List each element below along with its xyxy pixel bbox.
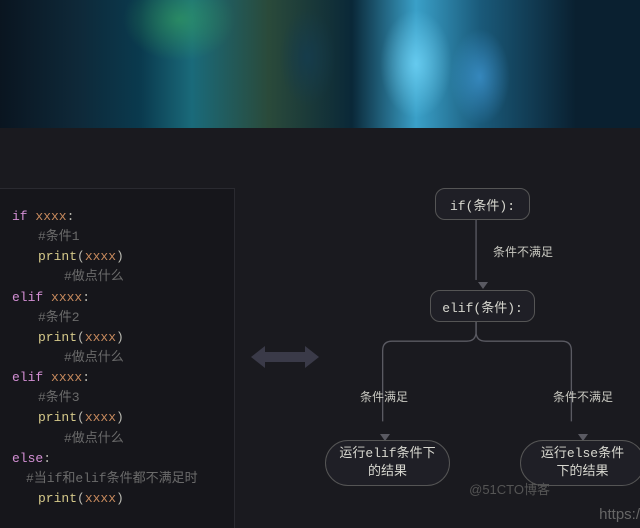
code-line-else: else:: [12, 449, 234, 469]
code-line-elif: elif xxxx:: [12, 368, 234, 388]
code-comment: #做点什么: [12, 429, 234, 449]
flow-node-text: 运行elif条件下: [339, 445, 435, 463]
content-area: if xxxx: #条件1 print(xxxx) #做点什么 elif xxx…: [0, 128, 640, 525]
watermark-text: @51CTO博客: [469, 479, 550, 498]
code-line-print: print(xxxx): [12, 489, 234, 509]
code-comment: #条件2: [12, 308, 234, 328]
code-line-elif: elif xxxx:: [12, 288, 234, 308]
code-line-print: print(xxxx): [12, 247, 234, 267]
code-comment: #条件1: [12, 227, 234, 247]
banner-image: [0, 0, 640, 128]
code-comment: #条件3: [12, 388, 234, 408]
double-arrow-icon: [251, 346, 319, 368]
flow-node-text: 下的结果: [556, 463, 608, 481]
code-comment: #做点什么: [12, 348, 234, 368]
flow-node-if: if(条件):: [435, 188, 530, 220]
flow-label: 条件不满足: [553, 388, 613, 405]
code-line-print: print(xxxx): [12, 408, 234, 428]
flow-label: 条件不满足: [493, 243, 553, 260]
arrowhead-icon: [478, 282, 488, 289]
flow-node-result-elif: 运行elif条件下 的结果: [325, 440, 450, 486]
code-comment: #做点什么: [12, 267, 234, 287]
flowchart: if(条件): 条件不满足 elif(条件): 条件满足 条件不满足 运行eli…: [335, 148, 640, 525]
code-comment: #当if和elif条件都不满足时: [12, 469, 234, 489]
flow-node-text: 的结果: [368, 463, 407, 481]
flow-label: 条件满足: [360, 388, 408, 405]
arrow-area: [235, 188, 335, 525]
flow-node-elif: elif(条件):: [430, 290, 535, 322]
code-pane: if xxxx: #条件1 print(xxxx) #做点什么 elif xxx…: [0, 188, 235, 528]
code-line-if: if xxxx:: [12, 207, 234, 227]
watermark-url: https:/: [599, 506, 640, 523]
flow-node-text: 运行else条件: [541, 445, 624, 463]
code-line-print: print(xxxx): [12, 328, 234, 348]
